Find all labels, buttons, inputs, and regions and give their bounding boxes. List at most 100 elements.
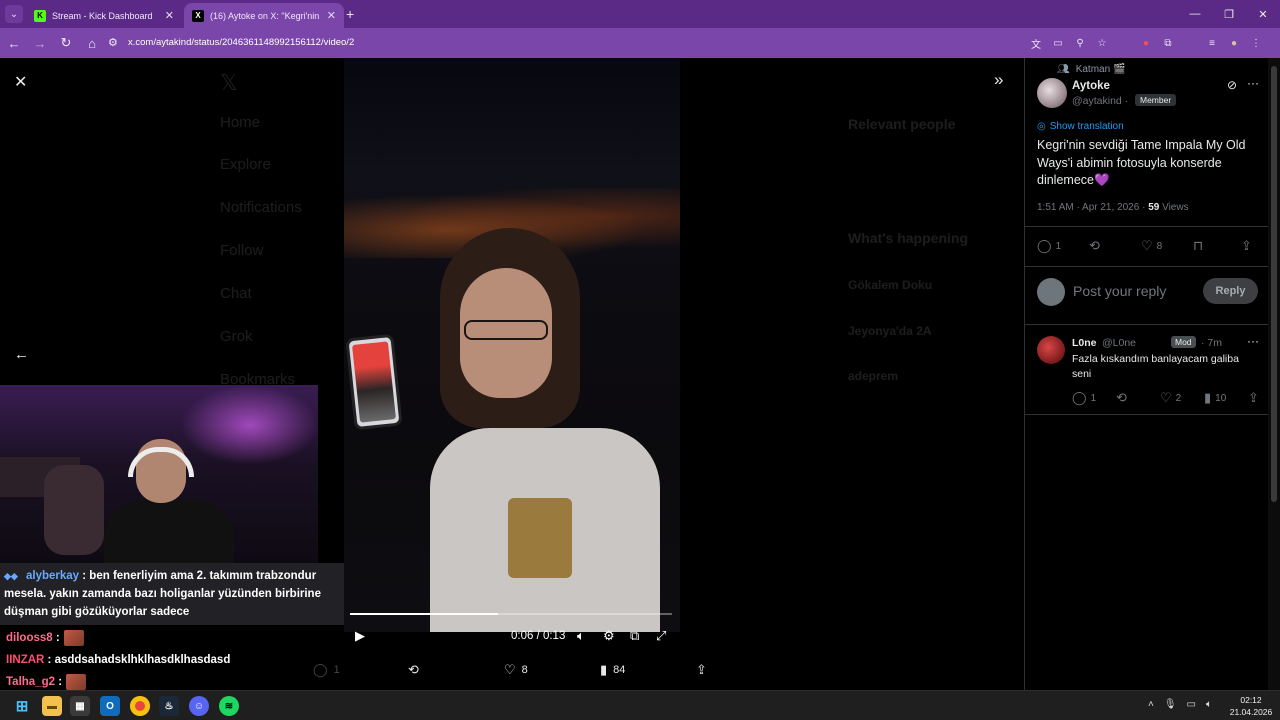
member-badge: Member (1135, 94, 1177, 106)
fullscreen-icon[interactable]: ⤢ (656, 628, 666, 644)
tab-strip: ⌄ K Stream - Kick Dashboard ✕ X (16) Ayt… (0, 0, 1280, 28)
picture-in-picture-icon[interactable]: ⧉ (630, 628, 639, 644)
share-action[interactable]: ⇪ (1248, 390, 1259, 406)
repost-action[interactable]: ⟲ (408, 662, 419, 678)
author-avatar[interactable] (1037, 78, 1067, 108)
nav-notifications: Notifications (220, 199, 302, 216)
translate-icon[interactable]: 文 (1028, 35, 1044, 51)
minimize-icon[interactable]: — (1178, 0, 1212, 28)
like-action[interactable]: ♡ 8 (1141, 238, 1162, 254)
speaker-icon[interactable]: 🔈︎ (1206, 699, 1212, 710)
author-name[interactable]: Aytoke (1072, 80, 1110, 92)
extensions-icon[interactable]: ⧉ (1160, 35, 1176, 51)
outlook-icon[interactable]: O (100, 696, 120, 716)
stream-chat-overlay: ◆◆ alyberkay : ben fenerliyim ama 2. takı… (0, 563, 344, 690)
tweet-views-label: Views (1159, 202, 1189, 213)
views-action[interactable]: ▮ 10 (1204, 390, 1226, 406)
commenter-avatar[interactable] (1037, 336, 1065, 364)
store-icon[interactable]: ▦ (70, 696, 90, 716)
tab-kick-dashboard[interactable]: K Stream - Kick Dashboard ✕ (26, 3, 182, 28)
commenter-name[interactable]: L0ne (1072, 337, 1097, 349)
cast-icon[interactable]: ▭ (1050, 35, 1066, 51)
microphone-icon[interactable]: 🎙︎ (1164, 699, 1177, 710)
tray-expand-icon[interactable]: ˄ (1148, 699, 1154, 710)
heart-icon: ♡ (1141, 238, 1153, 253)
page-scrollbar[interactable] (1268, 58, 1280, 690)
divider (1025, 414, 1269, 415)
author-handle[interactable]: @aytakind · (1072, 95, 1128, 107)
nav-home: Home (220, 114, 261, 131)
emote-icon (66, 673, 87, 690)
tab-x-post[interactable]: X (16) Aytoke on X: "Kegri'nin sev ✕ (184, 3, 344, 28)
previous-media-icon[interactable]: ← (14, 346, 29, 363)
forward-icon[interactable]: → (28, 31, 52, 55)
repost-action[interactable]: ⟲ (1089, 238, 1100, 254)
comment-time[interactable]: · 7m (1201, 337, 1222, 349)
chat-message: Talha_g2 : (0, 671, 344, 690)
repost-action[interactable]: ⟲ (1116, 390, 1127, 406)
discord-icon[interactable]: ☺ (189, 696, 209, 716)
windows-start-icon[interactable]: ⊞ (12, 696, 32, 716)
reply-action[interactable]: ◯ 1 (1072, 390, 1096, 406)
back-icon[interactable]: ← (2, 31, 26, 55)
more-options-icon[interactable]: ··· (1247, 334, 1259, 348)
zoom-icon[interactable]: ⚲ (1072, 35, 1088, 51)
restore-icon[interactable]: ❐ (1212, 0, 1246, 28)
like-count: 8 (1156, 240, 1163, 252)
reply-input[interactable]: Post your reply (1073, 283, 1166, 299)
share-action[interactable]: ⇪ (696, 662, 707, 678)
tab-search-button[interactable]: ⌄ (5, 5, 23, 23)
reply-button[interactable]: Reply (1203, 278, 1258, 304)
reply-action[interactable]: ◯ 1 (1037, 238, 1061, 254)
play-icon[interactable]: ▶ (355, 628, 365, 644)
media-controls-icon[interactable]: ≡ (1204, 35, 1220, 51)
steam-icon[interactable]: ♨ (159, 696, 179, 716)
like-action[interactable]: ♡ 8 (504, 662, 528, 678)
share-icon: ⇪ (1241, 238, 1252, 253)
grok-icon[interactable]: ⊘ (1227, 78, 1237, 92)
home-icon[interactable]: ⌂ (80, 31, 104, 55)
glasses-shape (464, 320, 548, 340)
video-progress-track[interactable] (350, 613, 672, 615)
site-info-icon[interactable]: ⚙ (108, 36, 118, 49)
browser-menu-icon[interactable]: ⋮ (1248, 35, 1264, 51)
taskbar-clock[interactable]: 02:12 21.04.2026 (1226, 694, 1276, 718)
collapse-panel-icon[interactable]: » (994, 70, 1003, 90)
streamer-body (104, 499, 234, 563)
bookmark-star-icon[interactable]: ☆ (1094, 35, 1110, 51)
spotify-icon[interactable]: ≋ (219, 696, 239, 716)
extension-red-icon[interactable]: ● (1138, 35, 1154, 51)
volume-icon[interactable]: 🔈︎ (577, 628, 585, 644)
reload-icon[interactable]: ↻ (54, 31, 78, 55)
settings-icon[interactable]: ⚙ (603, 628, 615, 644)
display-icon[interactable]: ▭ (1187, 699, 1196, 710)
video-player[interactable] (344, 58, 680, 632)
scroll-thumb[interactable] (1271, 66, 1277, 502)
reposted-by: Katman 🎬 (1075, 64, 1126, 75)
tweet-text: Kegri'nin sevdiği Tame Impala My Old Way… (1037, 138, 1246, 187)
show-translation-link[interactable]: ◎ Show translation (1037, 121, 1124, 132)
nav-explore: Explore (220, 156, 271, 173)
close-window-icon[interactable]: ✕ (1246, 0, 1280, 28)
tweet-time[interactable]: 1:51 AM · Apr 21, 2026 · (1037, 202, 1148, 213)
new-tab-icon[interactable]: + (346, 6, 354, 22)
profile-avatar[interactable]: ● (1226, 35, 1242, 51)
bookmark-action[interactable]: ⊓ (1193, 238, 1203, 254)
like-action[interactable]: ♡ 2 (1160, 390, 1181, 406)
url-field[interactable]: ⚙ x.com/aytakind/status/2046361148992156… (104, 32, 1274, 54)
window-controls: — ❐ ✕ (1178, 0, 1280, 28)
close-tab-icon[interactable]: ✕ (165, 9, 174, 22)
video-progress-fill (350, 613, 499, 615)
close-tab-icon[interactable]: ✕ (327, 9, 336, 22)
views-action[interactable]: ▮ 84 (600, 662, 625, 678)
share-action[interactable]: ⇪ (1241, 238, 1252, 254)
close-media-icon[interactable]: ✕ (14, 72, 27, 92)
trend-item: Jeyonya'da 2A (848, 324, 932, 338)
commenter-handle[interactable]: @L0ne (1102, 337, 1136, 349)
divider (1025, 266, 1269, 267)
views-count: 10 (1215, 392, 1227, 404)
chrome-icon[interactable] (130, 696, 150, 716)
comment-actions: ◯ 1 ⟲ ♡ 2 ▮ 10 ⇪ (1072, 390, 1262, 406)
more-options-icon[interactable]: ··· (1247, 76, 1259, 90)
file-explorer-icon[interactable]: ▬ (42, 696, 62, 716)
